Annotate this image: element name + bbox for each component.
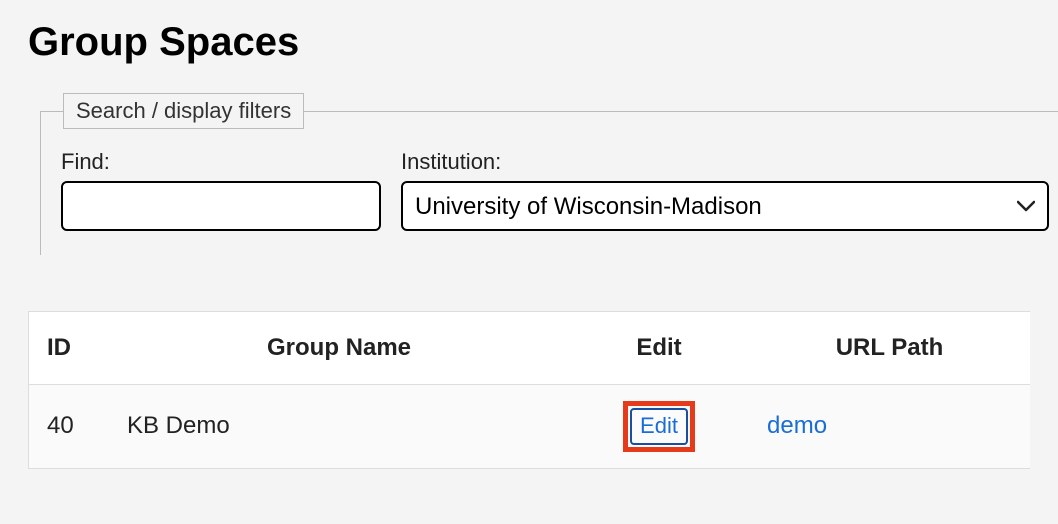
find-input[interactable] (61, 181, 381, 231)
find-label: Find: (61, 149, 381, 175)
edit-button[interactable]: Edit (630, 408, 688, 445)
page-title: Group Spaces (28, 20, 1030, 65)
cell-group-name: KB Demo (109, 385, 569, 469)
col-header-id: ID (29, 312, 109, 385)
col-header-url-path: URL Path (749, 312, 1030, 385)
institution-select[interactable]: University of Wisconsin-Madison (401, 181, 1049, 231)
url-path-link[interactable]: demo (767, 412, 827, 439)
cell-url-path: demo (749, 385, 1030, 469)
table-row: 40 KB Demo Edit demo (29, 385, 1030, 469)
cell-id: 40 (29, 385, 109, 469)
filters-fieldset: Search / display filters Find: Instituti… (40, 93, 1058, 255)
results-table-wrap: ID Group Name Edit URL Path 40 KB Demo E… (28, 311, 1030, 469)
results-table: ID Group Name Edit URL Path 40 KB Demo E… (29, 312, 1030, 469)
filters-legend: Search / display filters (63, 93, 304, 129)
edit-highlight-box: Edit (623, 401, 695, 452)
cell-edit: Edit (569, 385, 749, 469)
col-header-edit: Edit (569, 312, 749, 385)
col-header-group-name: Group Name (109, 312, 569, 385)
institution-label: Institution: (401, 149, 1049, 175)
